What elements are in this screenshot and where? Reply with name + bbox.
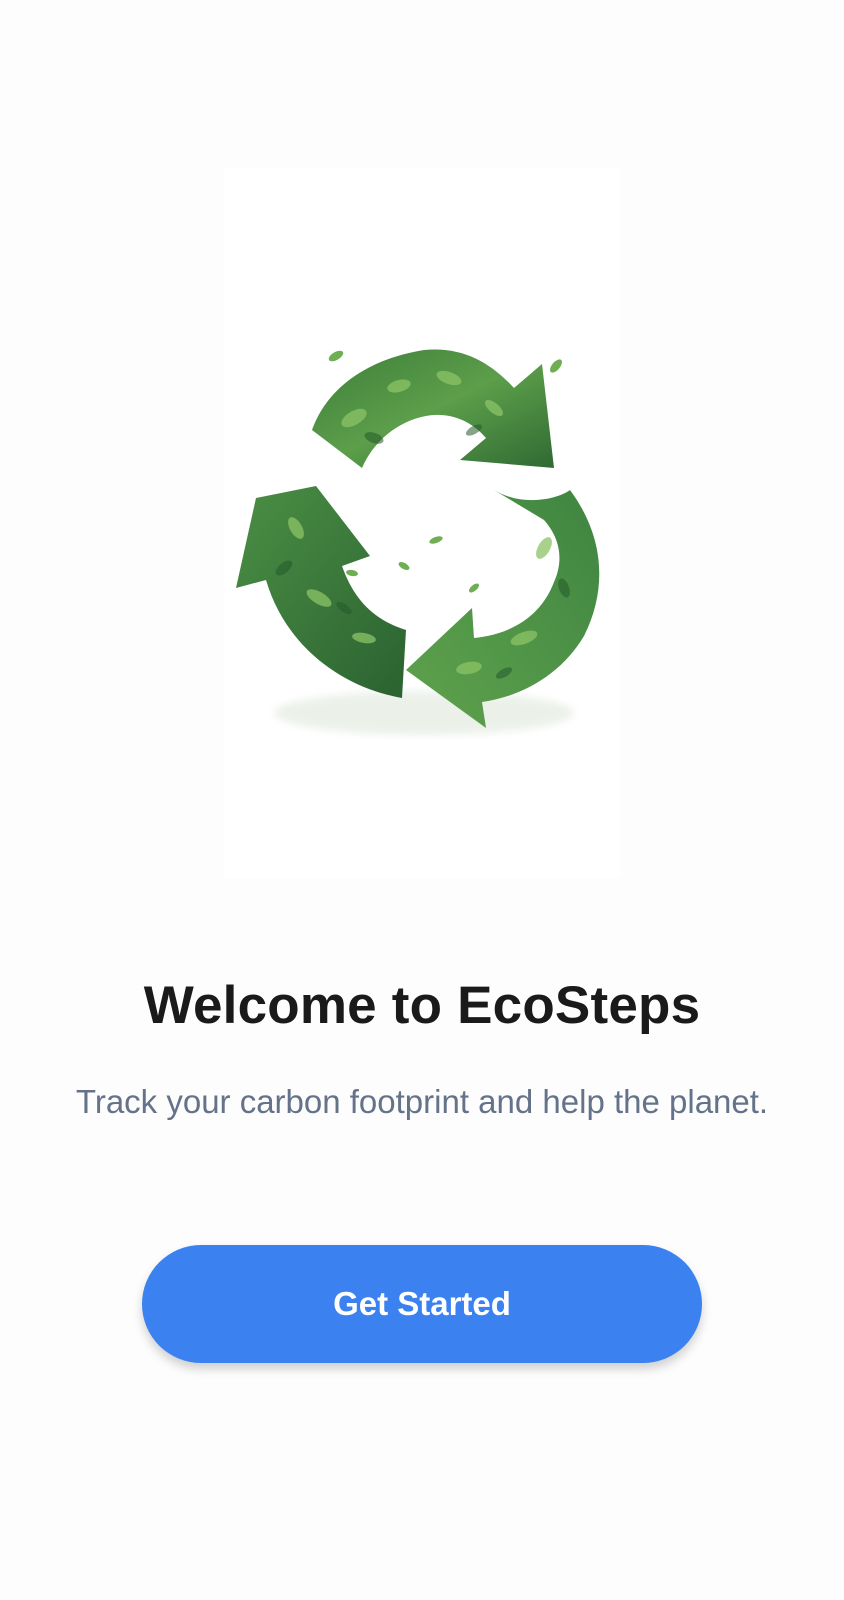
recycle-leaves-icon (236, 349, 600, 735)
welcome-subtitle: Track your carbon footprint and help the… (75, 1083, 769, 1120)
welcome-title: Welcome to EcoSteps (143, 976, 701, 1035)
get-started-label: Get Started (333, 1285, 511, 1322)
welcome-screen: Welcome to EcoSteps Track your carbon fo… (0, 0, 844, 1600)
hero-illustration (224, 168, 620, 878)
get-started-button[interactable]: Get Started (142, 1245, 702, 1363)
